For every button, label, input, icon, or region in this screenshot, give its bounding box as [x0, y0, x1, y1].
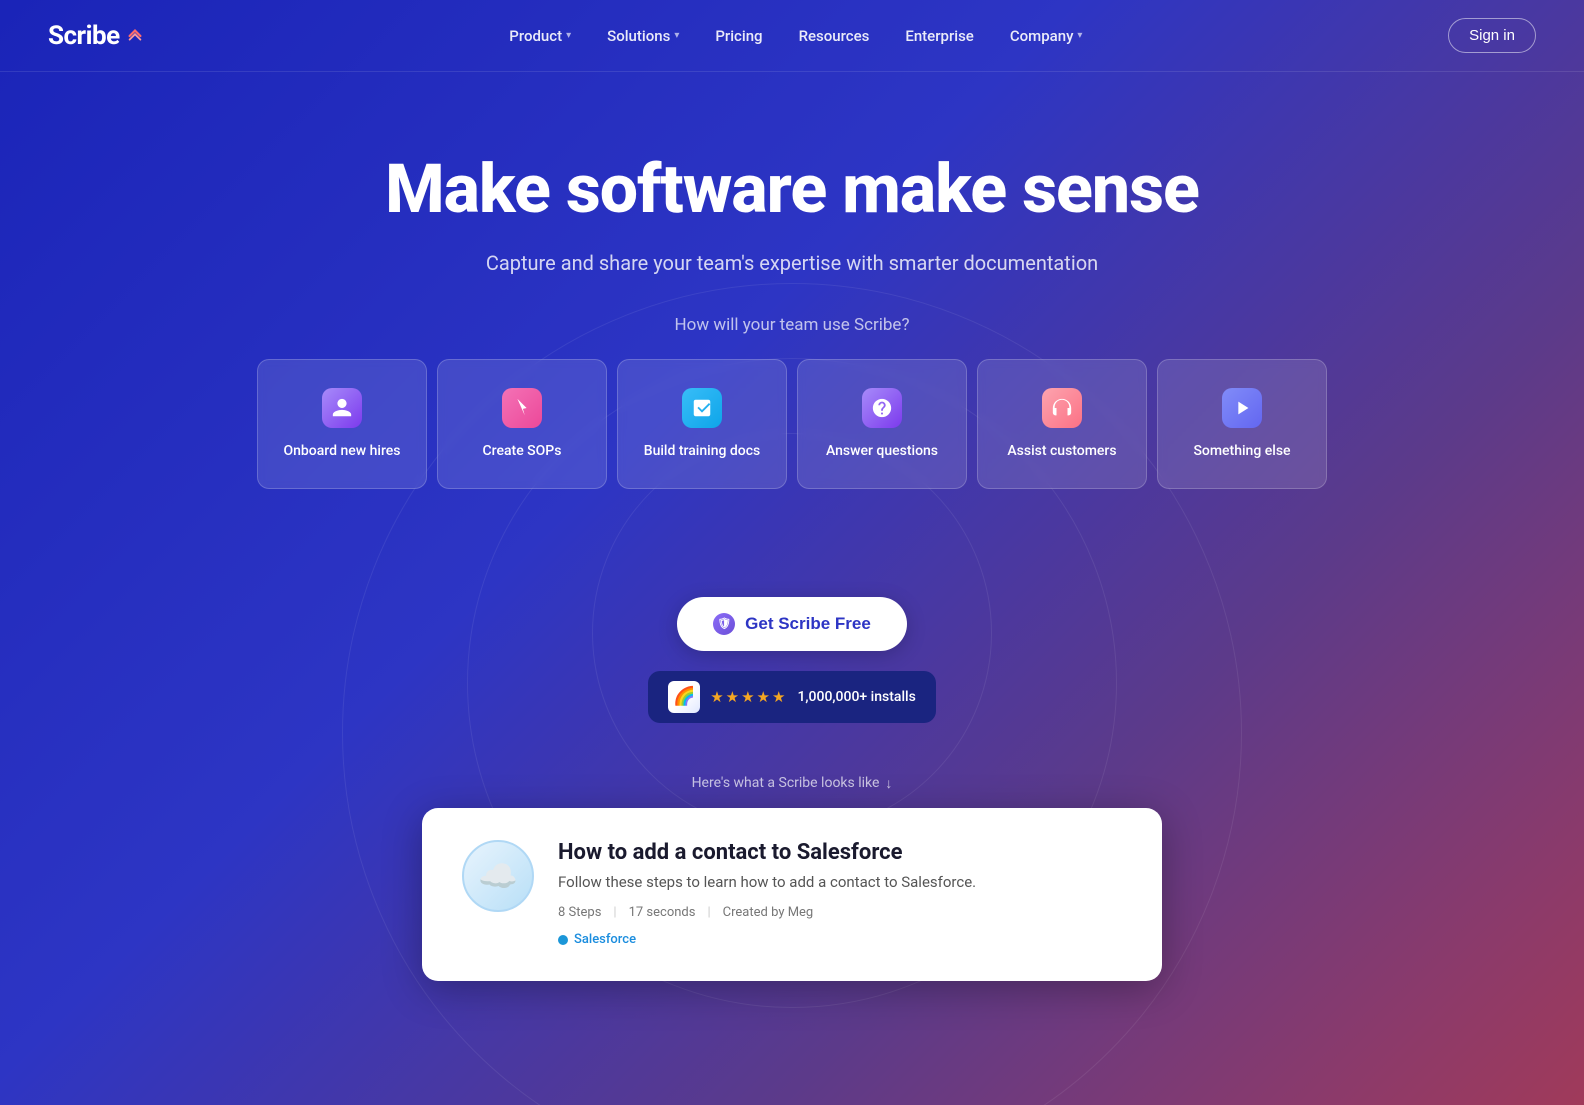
sop-icon [502, 388, 542, 428]
get-free-button[interactable]: 🛡 Get Scribe Free [677, 597, 907, 651]
use-case-answer-label: Answer questions [826, 442, 938, 460]
hero-question: How will your team use Scribe? [40, 315, 1544, 335]
logo-text: Scribe [48, 21, 120, 51]
use-case-else[interactable]: Something else [1157, 359, 1327, 489]
nav-right: Sign in [1448, 18, 1536, 53]
navbar: Scribe Product ▾ Solutions ▾ Pricing Res… [0, 0, 1584, 72]
chevron-down-icon: ▾ [566, 30, 571, 41]
sign-in-button[interactable]: Sign in [1448, 18, 1536, 53]
use-case-answer[interactable]: Answer questions [797, 359, 967, 489]
get-free-label: Get Scribe Free [745, 614, 871, 634]
use-case-onboard-label: Onboard new hires [283, 442, 400, 460]
nav-pricing[interactable]: Pricing [701, 19, 776, 53]
scribe-card-description: Follow these steps to learn how to add a… [558, 873, 1122, 891]
nav-company[interactable]: Company ▾ [996, 19, 1097, 53]
scribe-card-title: How to add a contact to Salesforce [558, 840, 1122, 865]
salesforce-dot [558, 935, 568, 945]
use-case-training[interactable]: Build training docs [617, 359, 787, 489]
else-icon [1222, 388, 1262, 428]
onboard-icon [322, 388, 362, 428]
use-case-training-label: Build training docs [644, 442, 761, 460]
nav-enterprise[interactable]: Enterprise [891, 19, 987, 53]
hero-title: Make software make sense [40, 152, 1544, 227]
use-case-else-label: Something else [1193, 442, 1290, 460]
logo[interactable]: Scribe [48, 21, 144, 51]
preview-hint: Here's what a Scribe looks like ↓ [0, 775, 1584, 792]
arrow-down-icon: ↓ [885, 775, 892, 792]
use-case-assist-label: Assist customers [1007, 442, 1116, 460]
scribe-card-meta: 8 Steps | 17 seconds | Created by Meg [558, 905, 1122, 920]
salesforce-icon: ☁️ [462, 840, 534, 912]
install-badge: 🌈 ★★★★★ 1,000,000+ installs [648, 671, 936, 723]
use-case-onboard[interactable]: Onboard new hires [257, 359, 427, 489]
nav-solutions[interactable]: Solutions ▾ [593, 19, 693, 53]
nav-links: Product ▾ Solutions ▾ Pricing Resources … [495, 19, 1096, 53]
scribe-card-wrapper: ☁️ How to add a contact to Salesforce Fo… [0, 808, 1584, 981]
shield-icon: 🛡 [713, 613, 735, 635]
scribe-card: ☁️ How to add a contact to Salesforce Fo… [422, 808, 1162, 981]
use-case-cards: Onboard new hires Create SOPs Build trai… [40, 359, 1544, 489]
use-case-assist[interactable]: Assist customers [977, 359, 1147, 489]
scribe-card-tag: Salesforce [558, 932, 636, 947]
use-case-sop-label: Create SOPs [483, 442, 562, 460]
training-icon [682, 388, 722, 428]
hero-subtitle: Capture and share your team's expertise … [40, 251, 1544, 275]
nav-resources[interactable]: Resources [785, 19, 884, 53]
creator-name: Created by Meg [723, 905, 814, 920]
answer-icon [862, 388, 902, 428]
assist-icon [1042, 388, 1082, 428]
time-duration: 17 seconds [629, 905, 696, 920]
nav-product[interactable]: Product ▾ [495, 19, 585, 53]
use-case-sop[interactable]: Create SOPs [437, 359, 607, 489]
cta-section: 🛡 Get Scribe Free 🌈 ★★★★★ 1,000,000+ ins… [0, 577, 1584, 775]
stars: ★★★★★ [710, 688, 787, 706]
install-count: 1,000,000+ installs [797, 689, 915, 705]
logo-icon [126, 27, 144, 45]
chevron-down-icon: ▾ [1077, 30, 1082, 41]
chevron-down-icon: ▾ [674, 30, 679, 41]
chrome-icon: 🌈 [668, 681, 700, 713]
scribe-card-content: How to add a contact to Salesforce Follo… [558, 840, 1122, 949]
steps-count: 8 Steps [558, 905, 601, 920]
hero-section: Make software make sense Capture and sha… [0, 72, 1584, 577]
tag-label: Salesforce [574, 932, 636, 947]
